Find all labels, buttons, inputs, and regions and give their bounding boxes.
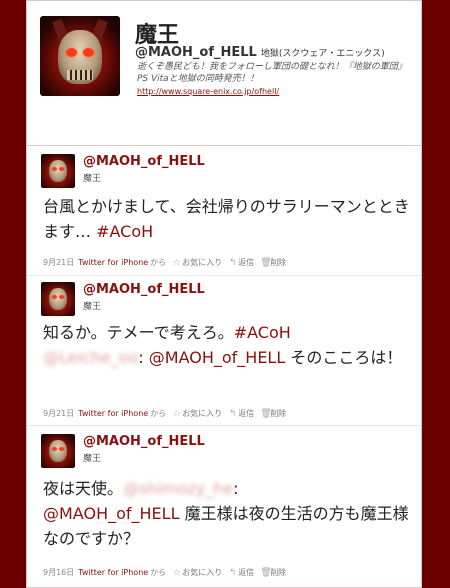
trash-icon: 🗑 [260,567,272,578]
tweet-meta: 9月16日 Twitter for iPhone から ☆ お気に入り ↰ 返信 🗑… [43,567,286,578]
hashtag-link[interactable]: #ACoH [234,323,291,342]
tweet-name: 魔王 [83,302,102,312]
eye-right-shape [83,48,94,57]
eye-left-shape [52,295,57,299]
reply-label: 返信 [238,568,255,577]
profile-bio: 逝くぞ愚民ども！我をフォローし軍団の礎となれ！『地獄の軍団』PS Vitaと地獄… [137,62,407,84]
tweet-date-link[interactable]: 9月21日 [43,408,74,419]
profile-handle[interactable]: @MAOH_of_HELL 地獄(スクウェア・エニックス) [135,45,385,60]
tweet-source-suffix: から [150,258,167,267]
tweet-handle[interactable]: @MAOH_of_HELL [83,434,205,449]
profile-url-link[interactable]: http://www.square-enix.co.jp/ofhell/ [137,87,279,96]
reply-button[interactable]: ↰ 返信 [228,567,254,578]
favorite-button[interactable]: ☆ お気に入り [172,408,223,419]
favorite-button[interactable]: ☆ お気に入り [172,257,223,268]
tweet-handle[interactable]: @MAOH_of_HELL [83,154,205,169]
mention-link[interactable]: @MAOH_of_HELL [43,504,179,523]
skull-shape [49,160,67,182]
favorite-label: お気に入り [182,568,223,577]
favorite-label: お気に入り [182,409,223,418]
tweet-meta: 9月21日 Twitter for iPhone から ☆ お気に入り ↰ 返信 🗑… [43,257,286,268]
eye-left-shape [52,447,57,451]
eye-left-shape [52,167,57,171]
tweet-text: 知るか。テメーで考えろ。#ACoH @Leiche_oo: @MAOH_of_HE… [43,320,413,370]
tweet-meta: 9月21日 Twitter for iPhone から ☆ お気に入り ↰ 返信 🗑… [43,408,286,419]
reply-icon: ↰ [228,408,237,419]
tweet-source-suffix: から [150,568,167,577]
skull-shape [49,440,67,462]
reply-icon: ↰ [228,257,237,268]
trash-icon: 🗑 [260,257,272,268]
reply-label: 返信 [238,409,255,418]
favorite-button[interactable]: ☆ お気に入り [172,567,223,578]
tweet-list: @MAOH_of_HELL 魔王 台風とかけまして、会社帰りのサラリーマンととき… [26,146,422,588]
blurred-mention[interactable]: @Leiche_oo [43,348,138,367]
delete-button[interactable]: 🗑 削除 [260,257,286,268]
tweet-date-link[interactable]: 9月21日 [43,257,74,268]
profile-handle-text[interactable]: @MAOH_of_HELL [135,45,257,60]
favorite-label: お気に入り [182,258,223,267]
eye-left-shape [66,48,77,57]
tweet-text: 台風とかけまして、会社帰りのサラリーマンとときます… #ACoH [43,194,413,244]
reply-button[interactable]: ↰ 返信 [228,257,254,268]
trash-icon: 🗑 [260,408,272,419]
mention-link[interactable]: @MAOH_of_HELL [149,348,285,367]
tweet-source-link[interactable]: Twitter for iPhone [78,409,148,418]
blurred-mention[interactable]: @shimozy_he [123,479,233,498]
eye-right-shape [59,295,64,299]
delete-label: 削除 [270,568,287,577]
profile-card: 魔王 @MAOH_of_HELL 地獄(スクウェア・エニックス) 逝くぞ愚民ども！… [26,0,422,146]
mention-separator: : [138,348,149,367]
tweet-text-tail: そのこころは！ [285,348,403,367]
skull-shape [49,288,67,310]
tweet-date-link[interactable]: 9月16日 [43,567,74,578]
delete-label: 削除 [270,258,287,267]
eye-right-shape [59,447,64,451]
tweet-handle[interactable]: @MAOH_of_HELL [83,282,205,297]
eye-right-shape [59,167,64,171]
tweet-avatar[interactable] [41,434,75,468]
tweet-name: 魔王 [83,454,102,464]
profile-location: 地獄(スクウェア・エニックス) [260,49,385,59]
jaw-shape [67,70,93,80]
tweet-item: @MAOH_of_HELL 魔王 知るか。テメーで考えろ。#ACoH @Leich… [27,276,421,426]
tweet-text: 夜は天使。@shimozy_he: @MAOH_of_HELL 魔王様は夜の生活の… [43,476,413,551]
delete-label: 削除 [270,409,287,418]
star-icon: ☆ [172,408,181,419]
tweet-source-link[interactable]: Twitter for iPhone [78,568,148,577]
profile-avatar[interactable] [40,16,120,96]
tweet-source-suffix: から [150,409,167,418]
tweet-avatar[interactable] [41,282,75,316]
tweet-avatar[interactable] [41,154,75,188]
tweet-text-main: 知るか。テメーで考えろ。 [43,323,234,342]
star-icon: ☆ [172,257,181,268]
delete-button[interactable]: 🗑 削除 [260,567,286,578]
delete-button[interactable]: 🗑 削除 [260,408,286,419]
tweet-name: 魔王 [83,174,102,184]
hashtag-link[interactable]: #ACoH [96,222,153,241]
reply-label: 返信 [238,258,255,267]
reply-button[interactable]: ↰ 返信 [228,408,254,419]
tweet-source-link[interactable]: Twitter for iPhone [78,258,148,267]
mention-separator: : [233,479,239,498]
reply-icon: ↰ [228,567,237,578]
tweet-item: @MAOH_of_HELL 魔王 夜は天使。@shimozy_he: @MAOH_… [27,426,421,586]
tweet-item: @MAOH_of_HELL 魔王 台風とかけまして、会社帰りのサラリーマンととき… [27,146,421,276]
tweet-text-main: 夜は天使。 [43,479,124,498]
star-icon: ☆ [172,567,181,578]
